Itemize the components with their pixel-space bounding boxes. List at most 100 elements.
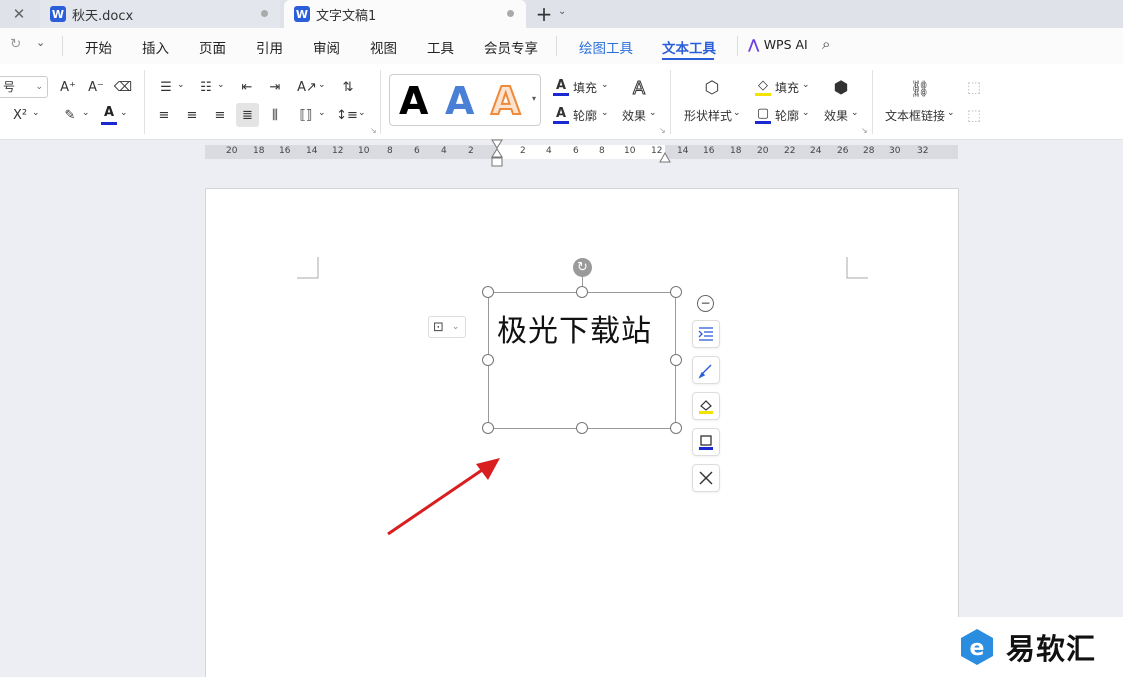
menu-insert[interactable]: 插入 (142, 37, 169, 57)
line-spacing-icon[interactable]: ↕≡ (336, 104, 358, 126)
resize-handle[interactable] (576, 286, 588, 298)
ruler-indent-marker[interactable] (488, 139, 508, 169)
style-preset-black[interactable]: A (399, 79, 428, 123)
chevron-down-icon[interactable]: ⌄ (318, 108, 326, 118)
menu-member[interactable]: 会员专享 (484, 37, 538, 57)
text-effect-label[interactable]: 效果 (622, 107, 646, 124)
shape-fill-icon[interactable]: ◇ (755, 76, 771, 94)
menu-review[interactable]: 审阅 (313, 37, 340, 57)
bullet-list-icon[interactable]: ☰ (157, 76, 175, 98)
align-right-icon[interactable]: ≡ (211, 104, 229, 126)
decrease-indent-icon[interactable]: ⇤ (238, 76, 256, 98)
highlight-icon[interactable]: ✎ (60, 104, 80, 126)
text-outline-label[interactable]: 轮廓 (573, 107, 597, 124)
ruler-right-indent-marker[interactable] (658, 152, 672, 164)
resize-handle[interactable] (576, 422, 588, 434)
chevron-down-icon[interactable]: ⌄ (601, 108, 609, 118)
chevron-down-icon[interactable]: ⌄ (947, 108, 955, 118)
chevron-down-icon[interactable]: ⌄ (36, 36, 45, 49)
font-size-select[interactable]: 号 ⌄ (0, 76, 48, 98)
text-fill-label[interactable]: 填充 (573, 79, 597, 96)
layout-options-button[interactable]: ⊡ ⌄ (428, 316, 466, 338)
numbered-list-icon[interactable]: ☷ (197, 76, 215, 98)
new-tab-button[interactable]: + (534, 2, 554, 26)
chevron-down-icon[interactable]: ⌄ (733, 108, 741, 118)
shape-outline-button[interactable] (692, 428, 720, 456)
chevron-down-icon[interactable]: ⌄ (649, 108, 657, 118)
font-color-icon[interactable]: A (100, 102, 118, 122)
chevron-down-icon[interactable]: ⌄ (558, 6, 566, 17)
chevron-down-icon[interactable]: ⌄ (802, 80, 810, 90)
grow-font-icon[interactable]: A⁺ (58, 76, 78, 98)
distribute-icon[interactable]: ⫼ (266, 104, 284, 126)
resize-handle[interactable] (670, 286, 682, 298)
chevron-down-icon[interactable]: ⌄ (358, 108, 366, 118)
gallery-more-icon[interactable]: ▾ (532, 94, 536, 103)
resize-handle[interactable] (482, 354, 494, 366)
document-tab-1[interactable]: W 秋天.docx (40, 0, 280, 28)
close-icon[interactable]: ✕ (10, 5, 28, 23)
superscript-button[interactable]: X² (6, 104, 34, 126)
chevron-down-icon[interactable]: ⌄ (851, 108, 859, 118)
menu-page[interactable]: 页面 (199, 37, 226, 57)
textbox-link-label[interactable]: 文本框链接 (885, 107, 945, 124)
menu-tools[interactable]: 工具 (427, 37, 454, 57)
dialog-launcher-icon[interactable]: ↘ (659, 126, 666, 135)
dialog-launcher-icon[interactable]: ↘ (861, 126, 868, 135)
wps-ai-button[interactable]: ⋀ WPS AI (748, 37, 808, 53)
resize-handle[interactable] (482, 422, 494, 434)
text-direction-icon[interactable]: A↗ (297, 76, 317, 98)
text-outline-icon[interactable]: A (553, 104, 569, 122)
shape-outline-icon[interactable]: ▢ (755, 104, 771, 122)
chevron-down-icon[interactable]: ⌄ (32, 108, 40, 118)
text-fill-icon[interactable]: A (553, 76, 569, 94)
chevron-down-icon[interactable]: ⌄ (177, 80, 185, 90)
search-icon[interactable]: ⌕ (822, 35, 830, 53)
more-tools-button[interactable] (692, 464, 720, 492)
shape-effect-label[interactable]: 效果 (824, 107, 848, 124)
text-layout-button[interactable] (692, 320, 720, 348)
shape-effect-icon[interactable]: ⬢ (830, 76, 852, 100)
style-preset-blue[interactable]: A (445, 79, 474, 123)
align-left-icon[interactable]: ≡ (155, 104, 173, 126)
tab-close-dot[interactable] (261, 10, 268, 17)
align-center-icon[interactable]: ≡ (183, 104, 201, 126)
resize-handle[interactable] (670, 422, 682, 434)
tab-close-dot[interactable] (507, 10, 514, 17)
menu-view[interactable]: 视图 (370, 37, 397, 57)
chevron-down-icon[interactable]: ⌄ (802, 108, 810, 118)
menu-home[interactable]: 开始 (85, 37, 112, 57)
chevron-down-icon[interactable]: ⌄ (120, 108, 128, 118)
text-style-gallery[interactable]: A A A (389, 74, 541, 126)
chevron-down-icon[interactable]: ⌄ (601, 80, 609, 90)
chevron-down-icon[interactable]: ⌄ (318, 80, 326, 90)
shape-style-icon[interactable]: ⬡ (700, 76, 724, 100)
text-effect-icon[interactable]: A (628, 76, 650, 100)
chevron-down-icon[interactable]: ⌄ (217, 80, 225, 90)
shape-style-label[interactable]: 形状样式 (684, 107, 732, 124)
menu-drawing-tools[interactable]: 绘图工具 (579, 37, 633, 57)
resize-handle[interactable] (482, 286, 494, 298)
text-box-content[interactable]: 极光下载站 (497, 306, 652, 350)
document-tab-2[interactable]: W 文字文稿1 (284, 0, 526, 28)
style-preset-orange[interactable]: A (490, 78, 521, 124)
paragraph-spacing-icon[interactable]: ⟦⟧ (296, 104, 316, 126)
sort-icon[interactable]: ⇅ (339, 76, 357, 98)
eraser-icon[interactable]: ⌫ (113, 76, 133, 98)
justify-icon[interactable]: ≣ (236, 103, 259, 127)
horizontal-ruler[interactable]: 20 18 16 14 12 10 8 6 4 2 2 4 6 8 10 12 … (205, 145, 958, 159)
dialog-launcher-icon[interactable]: ↘ (370, 126, 377, 135)
redo-icon[interactable]: ↻ (10, 36, 21, 52)
shape-outline-label[interactable]: 轮廓 (775, 107, 799, 124)
resize-handle[interactable] (670, 354, 682, 366)
textbox-link-icon[interactable]: ⛓ (908, 76, 932, 100)
shape-fill-button[interactable] (692, 392, 720, 420)
menu-references[interactable]: 引用 (256, 37, 283, 57)
collapse-toolbar-icon[interactable]: − (697, 295, 714, 312)
shape-fill-label[interactable]: 填充 (775, 79, 799, 96)
format-painter-button[interactable] (692, 356, 720, 384)
increase-indent-icon[interactable]: ⇥ (266, 76, 284, 98)
rotate-handle-icon[interactable]: ↻ (573, 258, 592, 277)
chevron-down-icon[interactable]: ⌄ (82, 108, 90, 118)
shrink-font-icon[interactable]: A⁻ (86, 76, 106, 98)
